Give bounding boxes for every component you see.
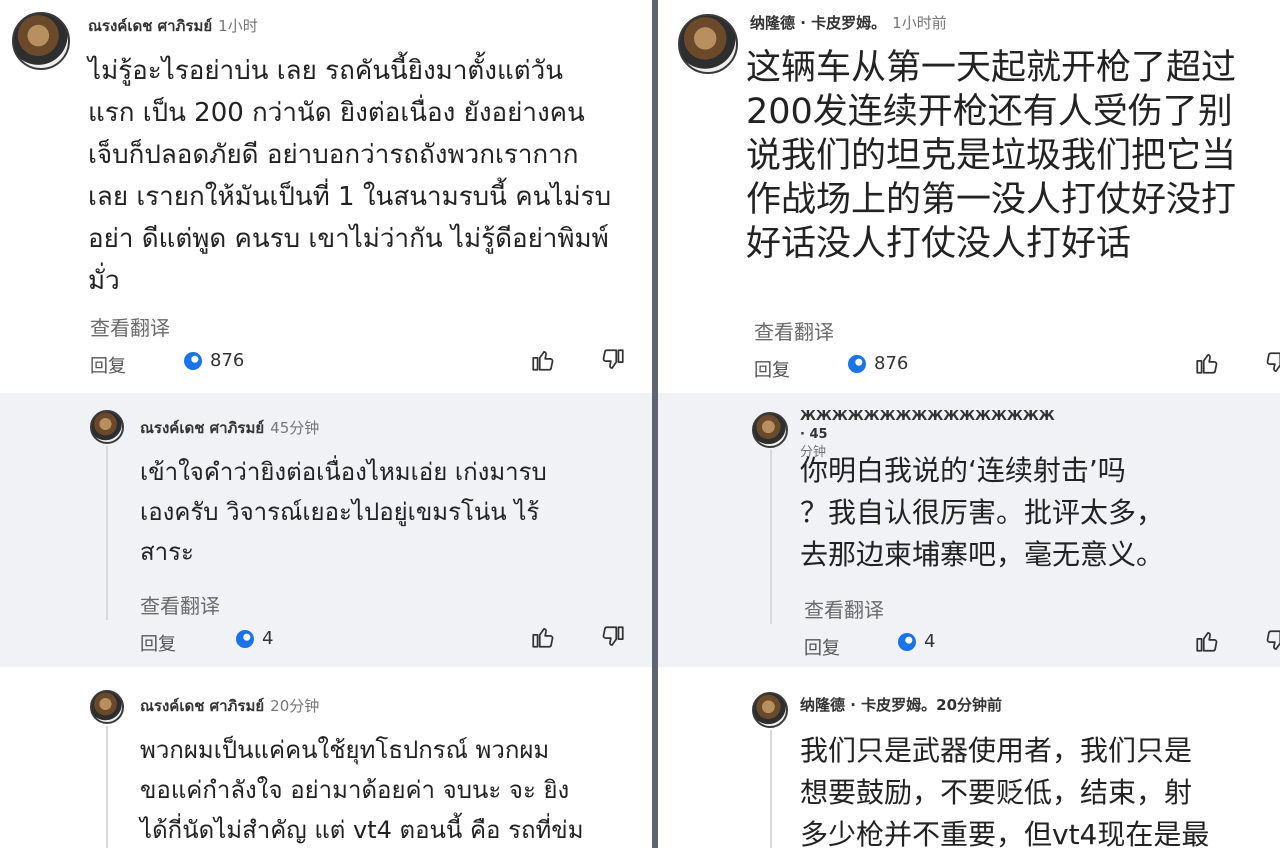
comment-text: 我们只是武器使用者，我们只是 想要鼓励，不要贬低，结束，射 多少枪并不重要，但v… bbox=[800, 730, 1209, 848]
avatar[interactable] bbox=[90, 410, 124, 444]
author-name[interactable]: ณรงค์เดช ศาภิรมย์ bbox=[140, 697, 264, 715]
text-line: สาระ bbox=[140, 538, 194, 566]
author-name[interactable]: ณรงค์เดช ศาภิรมย์ bbox=[88, 17, 212, 35]
reply-button[interactable]: 回复 bbox=[804, 634, 840, 660]
see-translation-link[interactable]: 查看翻译 bbox=[140, 590, 220, 619]
comment-text: 你明白我说的‘连续射击’吗 ？我自认很厉害。批评太多， 去那边柬埔寨吧，毫无意义… bbox=[800, 450, 1164, 576]
like-count-value: 4 bbox=[924, 631, 936, 652]
thumb-up-icon[interactable] bbox=[530, 624, 556, 650]
thumb-down-icon[interactable] bbox=[600, 624, 626, 650]
avatar[interactable] bbox=[752, 692, 788, 728]
text-line: 我们只是武器使用者，我们只是 bbox=[800, 734, 1193, 767]
thread-line bbox=[770, 730, 772, 848]
text-line: พวกผมเป็นแค่คนใช้ยุทโธปกรณ์ พวกผม bbox=[140, 736, 550, 764]
see-translation-link[interactable]: 查看翻译 bbox=[804, 594, 884, 623]
comment-time: 20分钟 bbox=[270, 697, 320, 715]
see-translation-link[interactable]: 查看翻译 bbox=[90, 312, 170, 341]
thumb-down-icon[interactable] bbox=[1264, 628, 1280, 654]
text-line: ？我自认很厉害。批评太多， bbox=[800, 496, 1165, 529]
comment-text: พวกผมเป็นแค่คนใช้ยุทโธปกรณ์ พวกผม ขอแค่ก… bbox=[140, 730, 584, 848]
author-name[interactable]: ณรงค์เดช ศาภิรมย์ bbox=[140, 419, 264, 437]
author-name[interactable]: 纳隆德 · 卡皮罗姆。 bbox=[750, 14, 886, 32]
thumb-up-icon[interactable] bbox=[1194, 350, 1220, 376]
like-count-icon bbox=[898, 632, 916, 651]
comment-time: 1小时前 bbox=[892, 14, 947, 32]
thread-line bbox=[770, 450, 772, 624]
text-line: อย่า ดีแต่พูด คนรบ เขาไม่ว่ากัน ไม่รู้ดี… bbox=[88, 224, 609, 254]
text-line: เข้าใจคำว่ายิงต่อเนื่องไหมเอ่ย เก่งมารบ bbox=[140, 458, 547, 486]
comment-text: ไม่รู้อะไรอย่าบ่น เลย รถคันนี้ยิงมาตั้งแ… bbox=[88, 50, 611, 302]
thumb-up-icon[interactable] bbox=[530, 347, 556, 373]
reply-button[interactable]: 回复 bbox=[754, 356, 790, 382]
thumb-up-icon[interactable] bbox=[1194, 628, 1220, 654]
left-screenshot-panel: ณรงค์เดช ศาภิรมย์ 1小时 ไม่รู้อะไรอย่าบ่น เ… bbox=[0, 0, 652, 848]
reply-button[interactable]: 回复 bbox=[90, 352, 126, 378]
text-line: 你明白我说的‘连续射击’吗 bbox=[800, 454, 1126, 487]
like-count[interactable]: 876 bbox=[184, 350, 244, 371]
like-count[interactable]: 4 bbox=[236, 628, 273, 649]
comment-meta: 纳隆德 · 卡皮罗姆。20分钟前 bbox=[800, 694, 1002, 715]
like-count-icon bbox=[848, 354, 866, 373]
comment-time: 45分钟 bbox=[270, 419, 320, 437]
thumb-down-icon[interactable] bbox=[600, 347, 626, 373]
avatar[interactable] bbox=[90, 690, 124, 724]
comment-text: 这辆车从第一天起就开枪了超过 200发连续开枪还有人受伤了别 说我们的坦克是垃圾… bbox=[746, 46, 1236, 266]
thread-line bbox=[106, 726, 108, 848]
comment-meta: 纳隆德 · 卡皮罗姆。 1小时前 bbox=[750, 12, 947, 33]
text-line: 去那边柬埔寨吧，毫无意义。 bbox=[800, 538, 1165, 571]
like-count-icon bbox=[184, 351, 202, 370]
text-line: มั่ว bbox=[88, 266, 120, 296]
comment-meta: ณรงค์เดช ศาภิรมย์ 1小时 bbox=[88, 14, 258, 38]
like-count[interactable]: 876 bbox=[848, 353, 908, 374]
text-line: เลย เรายกให้มันเป็นที่ 1 ในสนามรบนี้ คนไ… bbox=[88, 182, 612, 212]
comment-time: 1小时 bbox=[218, 17, 258, 35]
see-translation-link[interactable]: 查看翻译 bbox=[754, 316, 834, 345]
comment-meta: ณรงค์เดช ศาภิรมย์ 45分钟 bbox=[140, 416, 319, 440]
avatar[interactable] bbox=[678, 14, 738, 74]
text-line: ขอแค่กำลังใจ อย่ามาด้อยค่า จบนะ จะ ยิง bbox=[140, 776, 570, 804]
text-line: 说我们的坦克是垃圾我们把它当 bbox=[746, 136, 1237, 176]
text-line: แรก เป็น 200 กว่านัด ยิงต่อเนื่อง ยังอย่… bbox=[88, 98, 585, 128]
text-line: 多少枪并不重要，但vt4现在是最 bbox=[800, 818, 1210, 848]
like-count-icon bbox=[236, 629, 254, 648]
comment-text: เข้าใจคำว่ายิงต่อเนื่องไหมเอ่ย เก่งมารบ … bbox=[140, 452, 547, 572]
text-line: เองครับ วิจารณ์เยอะไปอยู่เขมรโน่น ไร้ bbox=[140, 498, 540, 526]
like-count-value: 4 bbox=[262, 628, 274, 649]
reply-button[interactable]: 回复 bbox=[140, 630, 176, 656]
avatar[interactable] bbox=[752, 412, 788, 448]
text-line: 想要鼓励，不要贬低，结束，射 bbox=[800, 776, 1193, 809]
text-line: ได้กี่นัดไม่สำคัญ แต่ vt4 ตอนนี้ คือ รถท… bbox=[140, 816, 584, 844]
like-count[interactable]: 4 bbox=[898, 631, 935, 652]
comment-meta: ณรงค์เดช ศาภิรมย์ 20分钟 bbox=[140, 694, 319, 718]
thumb-down-icon[interactable] bbox=[1264, 350, 1280, 376]
avatar[interactable] bbox=[12, 12, 70, 70]
text-line: 这辆车从第一天起就开枪了超过 bbox=[746, 48, 1237, 88]
text-line: 作战场上的第一没人打仗好没打 bbox=[746, 180, 1237, 220]
text-line: เจ็บก็ปลอดภัยดี อย่าบอกว่ารถถังพวกเรากาก bbox=[88, 140, 579, 170]
like-count-value: 876 bbox=[210, 350, 245, 371]
text-line: 200发连续开枪还有人受伤了别 bbox=[746, 92, 1233, 132]
author-name[interactable]: 纳隆德 · 卡皮罗姆。20分钟前 bbox=[800, 696, 1002, 714]
thread-line bbox=[106, 446, 108, 620]
author-name[interactable]: ЖЖЖЖЖЖЖЖЖЖЖЖЖЖЖЖ · 45 bbox=[800, 409, 1055, 442]
like-count-value: 876 bbox=[874, 353, 909, 374]
text-line: ไม่รู้อะไรอย่าบ่น เลย รถคันนี้ยิงมาตั้งแ… bbox=[88, 56, 564, 86]
text-line: 好话没人打仗没人打好话 bbox=[746, 224, 1132, 264]
right-screenshot-panel: 纳隆德 · 卡皮罗姆。 1小时前 这辆车从第一天起就开枪了超过 200发连续开枪还… bbox=[658, 0, 1280, 848]
